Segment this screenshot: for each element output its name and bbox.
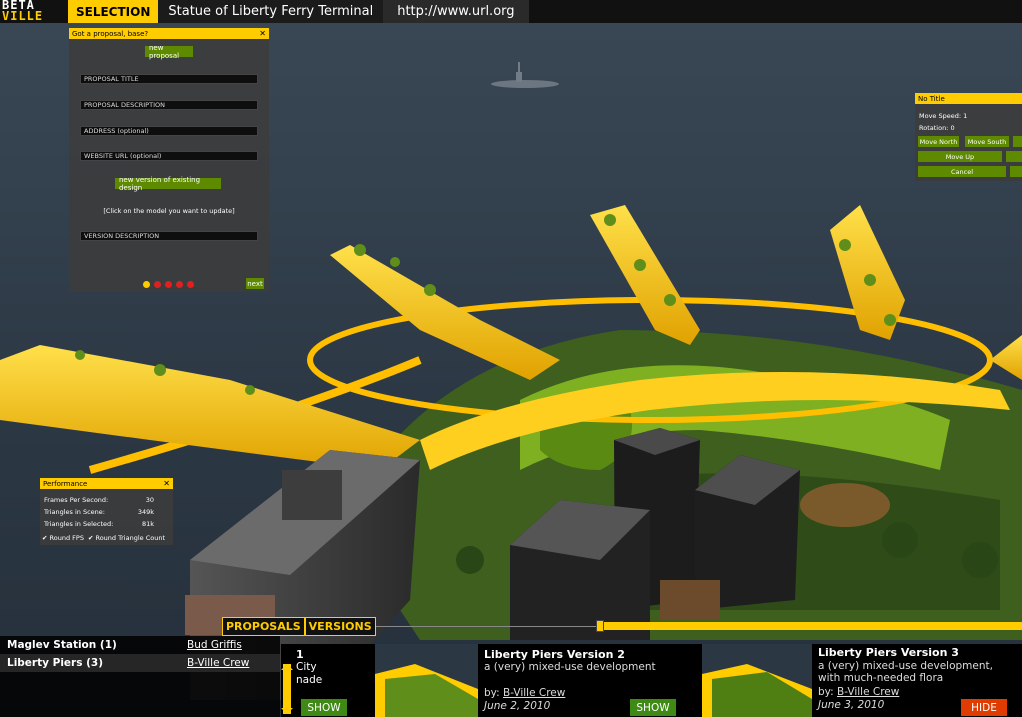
move-down-button[interactable] [1006,151,1022,162]
version-desc-line: City [296,661,317,673]
version-3-thumbnail[interactable] [702,644,812,717]
timeline-handle[interactable] [596,620,604,632]
click-model-note: [Click on the model you want to update] [103,207,235,215]
bottom-tabs: PROPOSALS VERSIONS [222,617,376,636]
selected-object-title: Statue of Liberty Ferry Terminal [158,0,384,23]
version-desc-line: nade [296,674,323,686]
proposal-description-field[interactable]: PROPOSAL DESCRIPTION [80,100,258,110]
checkmark-icon: ✔ [42,534,48,542]
proposal-author-link[interactable]: Bud Griffis [187,639,242,651]
website-url-field[interactable]: WEBSITE URL (optional) [80,151,258,161]
new-version-button[interactable]: new version of existing design [115,176,221,192]
close-icon[interactable]: ✕ [163,479,170,488]
proposal-author-link[interactable]: B-Ville Crew [187,657,249,669]
version-title: Liberty Piers Version 2 [484,648,625,661]
tab-proposals[interactable]: PROPOSALS [222,617,305,636]
version-title: Liberty Piers Version 3 [818,646,959,659]
move-more-button[interactable] [1013,136,1022,147]
version-card-1[interactable]: 1 City nade SHOW [281,644,375,717]
triangles-scene-row: Triangles in Scene: 349k [44,508,154,516]
move-speed-readout: Move Speed: 1 [919,112,968,120]
move-north-button[interactable]: Move North [918,136,959,147]
version-description: a (very) mixed-use development [484,661,656,673]
address-field[interactable]: ADDRESS (optional) [80,126,258,136]
version-scroll-handle[interactable] [281,664,293,714]
move-panel-header[interactable]: No Title [915,93,1022,104]
proposal-panel: Got a proposal, base? ✕ new proposal PRO… [69,28,269,292]
list-item[interactable]: Maglev Station (1) Bud Griffis [0,636,280,654]
step-dot-1[interactable] [143,281,150,288]
performance-options: ✔ Round FPS ✔ Round Triangle Count [42,534,165,542]
triangles-selected-row: Triangles in Selected: 81k [44,520,154,528]
next-button[interactable]: next [246,278,264,289]
move-south-button[interactable]: Move South [965,136,1009,147]
version-description: with much-needed flora [818,672,944,684]
betaville-logo: BETA VILLE [0,0,68,23]
tab-versions[interactable]: VERSIONS [304,617,376,636]
round-fps-checkbox[interactable]: ✔ Round FPS [42,534,84,542]
step-indicator [143,281,194,288]
hide-button[interactable]: HIDE [961,699,1007,716]
move-up-button[interactable]: Move Up [918,151,1002,162]
version-number: 1 [296,648,304,661]
version-byline: by: B-Ville Crew [818,686,900,698]
rotation-readout: Rotation: 0 [919,124,955,132]
show-button[interactable]: SHOW [630,699,676,716]
step-dot-4[interactable] [176,281,183,288]
version-author-link[interactable]: B-Ville Crew [837,686,899,698]
version-date: June 3, 2010 [818,699,885,711]
cancel-button[interactable]: Cancel [918,166,1006,177]
timeline-bar[interactable] [600,622,1022,630]
version-byline: by: B-Ville Crew [484,687,566,699]
step-dot-3[interactable] [165,281,172,288]
step-dot-5[interactable] [187,281,194,288]
close-icon[interactable]: ✕ [259,29,266,38]
version-description-field[interactable]: VERSION DESCRIPTION [80,231,258,241]
performance-panel-title: Performance [43,479,88,488]
version-count: (3) [86,657,104,669]
performance-panel-header[interactable]: Performance ✕ [40,478,173,489]
move-object-panel: No Title Move Speed: 1 Rotation: 0 Move … [915,93,1022,181]
round-triangle-checkbox[interactable]: ✔ Round Triangle Count [88,534,165,542]
list-item[interactable]: Liberty Piers (3) B-Ville Crew [0,654,280,672]
show-button[interactable]: SHOW [301,699,347,716]
selected-object-url[interactable]: http://www.url.org [383,0,529,23]
amphitheater [800,483,890,527]
checkmark-icon: ✔ [87,534,94,542]
version-date: June 2, 2010 [484,700,551,712]
top-bar: BETA VILLE SELECTION Statue of Liberty F… [0,0,1022,23]
version-card-2[interactable]: Liberty Piers Version 2 a (very) mixed-u… [478,644,702,717]
proposal-panel-title: Got a proposal, base? [72,29,149,38]
version-description: a (very) mixed-use development, [818,660,993,672]
proposal-panel-header[interactable]: Got a proposal, base? ✕ [69,28,269,39]
selection-button[interactable]: SELECTION [68,0,159,23]
version-author-link[interactable]: B-Ville Crew [503,687,565,699]
proposals-list: Maglev Station (1) Bud Griffis Liberty P… [0,636,280,717]
proposal-title-field[interactable]: PROPOSAL TITLE [80,74,258,84]
confirm-button[interactable] [1010,166,1022,177]
versions-strip: 1 City nade SHOW Liberty Piers Version 2… [281,644,1022,717]
new-proposal-button[interactable]: new proposal [145,44,193,60]
version-card-3[interactable]: Liberty Piers Version 3 a (very) mixed-u… [812,644,1022,717]
fps-row: Frames Per Second: 30 [44,496,154,504]
step-dot-2[interactable] [154,281,161,288]
proposal-name: Liberty Piers [7,657,83,669]
move-panel-title: No Title [918,94,945,103]
timeline-rule [360,626,600,627]
performance-panel: Performance ✕ Frames Per Second: 30 Trian… [40,478,173,545]
proposal-name: Maglev Station [7,639,97,651]
version-count: (1) [99,639,117,651]
version-2-thumbnail[interactable] [375,644,478,717]
